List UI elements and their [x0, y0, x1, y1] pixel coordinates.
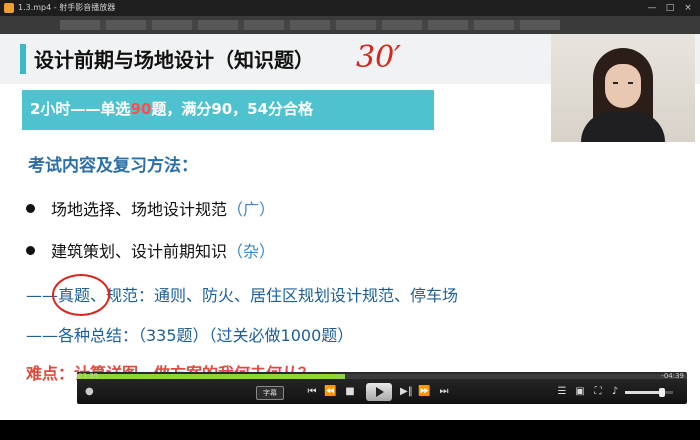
progress-fill [77, 374, 346, 379]
app-icon [4, 3, 14, 13]
presenter-webcam [551, 34, 695, 142]
volume-icon[interactable]: ♪ [609, 385, 621, 399]
progress-bar[interactable] [77, 374, 687, 379]
exam-info-highlight: 90 [130, 100, 152, 118]
bullet-item: 场地选择、场地设计规范 （广） [26, 196, 275, 220]
bullet-paren: （杂） [227, 242, 276, 261]
screenshot-icon[interactable]: ▣ [574, 385, 586, 399]
bullet-paren: （广） [227, 200, 276, 219]
maximize-button[interactable]: □ [662, 1, 678, 15]
dash-line: ——各种总结：（335题）（过关必做1000题） [26, 326, 354, 345]
exam-info-text: 2小时——单选90题，满分90，54分合格 [30, 98, 313, 119]
volume-fill [625, 391, 663, 394]
window-titlebar: 1.3.mp4 - 射手影音播放器 — □ × [0, 0, 700, 16]
bottom-letterbox [0, 420, 700, 440]
skip-start-icon[interactable]: ⏮ [306, 385, 318, 399]
slide-top-strip [0, 16, 700, 34]
remaining-time: -04:39 [661, 372, 684, 380]
playlist-icon[interactable]: ☰ [556, 385, 568, 399]
bullet-text: 场地选择、场地设计规范 [51, 200, 228, 219]
slide-title: 设计前期与场地设计（知识题） [34, 48, 314, 72]
frame-forward-icon[interactable]: ▶‖ [400, 385, 413, 399]
slide-thumbnails [60, 20, 560, 30]
exam-info-prefix: 2小时——单选 [30, 100, 131, 118]
fast-forward-icon[interactable]: ⏩ [418, 385, 430, 399]
handwritten-circle-mark [52, 274, 110, 316]
presenter-eye-left [613, 82, 618, 84]
close-button[interactable]: × [680, 1, 696, 15]
handwritten-annotation: 30′ [356, 40, 401, 75]
fullscreen-icon[interactable]: ⛶ [592, 385, 604, 399]
skip-end-icon[interactable]: ⏭ [438, 385, 450, 399]
window-title: 1.3.mp4 - 射手影音播放器 [18, 3, 116, 12]
stop-icon[interactable]: ■ [344, 385, 356, 399]
user-icon[interactable]: ● [85, 386, 97, 398]
presenter-eye-right [628, 82, 633, 84]
section-heading: 考试内容及复习方法： [28, 156, 198, 176]
presenter-face [605, 64, 641, 108]
subtitle-button[interactable]: 字幕 [256, 386, 284, 400]
rewind-icon[interactable]: ⏪ [324, 385, 336, 399]
slide-title-accent-bar [20, 44, 26, 74]
bullet-item: 建筑策划、设计前期知识 （杂） [26, 238, 275, 262]
minimize-button[interactable]: — [644, 1, 660, 15]
elapsed-time: 03:39 [78, 372, 99, 380]
bullet-dot-icon [26, 245, 35, 255]
play-button[interactable] [366, 383, 392, 401]
play-icon [376, 387, 384, 397]
exam-info-suffix: 题，满分90，54分合格 [151, 100, 314, 118]
volume-knob[interactable] [659, 388, 666, 397]
volume-slider[interactable] [625, 388, 673, 397]
bullet-text: 建筑策划、设计前期知识 [51, 242, 228, 261]
bullet-dot-icon [26, 203, 35, 213]
window-controls: — □ × [644, 0, 696, 16]
